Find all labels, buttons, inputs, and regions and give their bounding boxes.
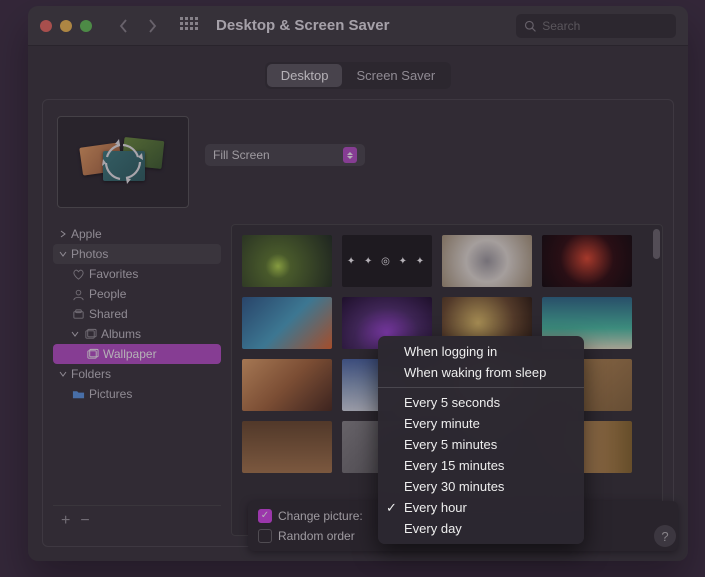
- window-title: Desktop & Screen Saver: [216, 17, 389, 34]
- show-all-icon[interactable]: [180, 17, 198, 35]
- chevron-down-icon: [59, 370, 67, 378]
- search-field[interactable]: [516, 14, 676, 38]
- random-order-checkbox[interactable]: [258, 529, 272, 543]
- wallpaper-thumbnail[interactable]: ✦ ✦ ◎ ✦ ✦: [342, 235, 432, 287]
- heart-icon: [71, 267, 85, 281]
- desktop-preview: [57, 116, 189, 208]
- menu-item-when-logging-in[interactable]: When logging in: [378, 341, 584, 362]
- folder-icon: [71, 387, 85, 401]
- sidebar-item-pictures[interactable]: Pictures: [53, 384, 221, 404]
- menu-item-every-hour[interactable]: Every hour: [378, 497, 584, 518]
- sidebar-label: Wallpaper: [103, 347, 157, 361]
- remove-source-button[interactable]: −: [80, 512, 89, 530]
- wallpaper-thumbnail[interactable]: [242, 235, 332, 287]
- menu-item-every-30-minutes[interactable]: Every 30 minutes: [378, 476, 584, 497]
- person-icon: [71, 287, 85, 301]
- wallpaper-thumbnail[interactable]: [242, 297, 332, 349]
- sidebar-item-apple[interactable]: Apple: [53, 224, 221, 244]
- sidebar-item-folders[interactable]: Folders: [53, 364, 221, 384]
- search-icon: [524, 19, 536, 33]
- wallpaper-thumbnail[interactable]: [242, 359, 332, 411]
- sidebar-item-wallpaper[interactable]: Wallpaper: [53, 344, 221, 364]
- forward-button[interactable]: [140, 14, 164, 38]
- search-input[interactable]: [542, 19, 668, 33]
- fit-mode-value: Fill Screen: [213, 148, 270, 162]
- chevron-down-icon: [59, 250, 67, 258]
- sidebar-label: Photos: [71, 247, 108, 261]
- minimize-window-button[interactable]: [60, 20, 72, 32]
- select-stepper-icon: [343, 147, 357, 163]
- wallpaper-thumbnail[interactable]: [542, 235, 632, 287]
- zoom-window-button[interactable]: [80, 20, 92, 32]
- close-window-button[interactable]: [40, 20, 52, 32]
- menu-item-every-15-minutes[interactable]: Every 15 minutes: [378, 455, 584, 476]
- random-order-label: Random order: [278, 529, 355, 543]
- menu-item-every-minute[interactable]: Every minute: [378, 413, 584, 434]
- sidebar-label: People: [89, 287, 126, 301]
- sidebar-label: Apple: [71, 227, 102, 241]
- wallpaper-thumbnail[interactable]: [242, 421, 332, 473]
- fit-mode-select[interactable]: Fill Screen: [205, 144, 365, 166]
- change-picture-checkbox[interactable]: [258, 509, 272, 523]
- titlebar: Desktop & Screen Saver: [28, 6, 688, 46]
- menu-item-every-day[interactable]: Every day: [378, 518, 584, 539]
- chevron-down-icon: [71, 330, 79, 338]
- scrollbar[interactable]: [653, 229, 660, 259]
- chevron-right-icon: [59, 230, 67, 238]
- shared-icon: [71, 307, 85, 321]
- preferences-window: Desktop & Screen Saver Desktop Screen Sa…: [28, 6, 688, 561]
- tab-desktop[interactable]: Desktop: [267, 64, 343, 87]
- sidebar-label: Shared: [89, 307, 128, 321]
- album-icon: [85, 347, 99, 361]
- add-source-button[interactable]: +: [61, 512, 70, 530]
- sidebar-label: Albums: [101, 327, 141, 341]
- window-controls: [40, 20, 92, 32]
- sidebar-item-people[interactable]: People: [53, 284, 221, 304]
- wallpaper-thumbnail[interactable]: [442, 235, 532, 287]
- tab-screensaver[interactable]: Screen Saver: [342, 64, 449, 87]
- sidebar-label: Pictures: [89, 387, 132, 401]
- albums-icon: [83, 327, 97, 341]
- menu-separator: [378, 387, 584, 388]
- menu-item-when-waking[interactable]: When waking from sleep: [378, 362, 584, 383]
- tab-segment: Desktop Screen Saver: [265, 62, 451, 89]
- back-button[interactable]: [112, 14, 136, 38]
- help-button[interactable]: ?: [654, 525, 676, 547]
- sidebar-item-albums[interactable]: Albums: [53, 324, 221, 344]
- sidebar-item-photos[interactable]: Photos: [53, 244, 221, 264]
- change-picture-label: Change picture:: [278, 509, 363, 523]
- sidebar-label: Favorites: [89, 267, 138, 281]
- menu-item-every-5-seconds[interactable]: Every 5 seconds: [378, 392, 584, 413]
- sidebar-label: Folders: [71, 367, 111, 381]
- cycle-arrows-icon: [77, 131, 169, 193]
- source-sidebar: Apple Photos Favorites People: [53, 224, 221, 536]
- sidebar-item-shared[interactable]: Shared: [53, 304, 221, 324]
- sidebar-item-favorites[interactable]: Favorites: [53, 264, 221, 284]
- interval-popup-menu: When logging in When waking from sleep E…: [378, 336, 584, 544]
- menu-item-every-5-minutes[interactable]: Every 5 minutes: [378, 434, 584, 455]
